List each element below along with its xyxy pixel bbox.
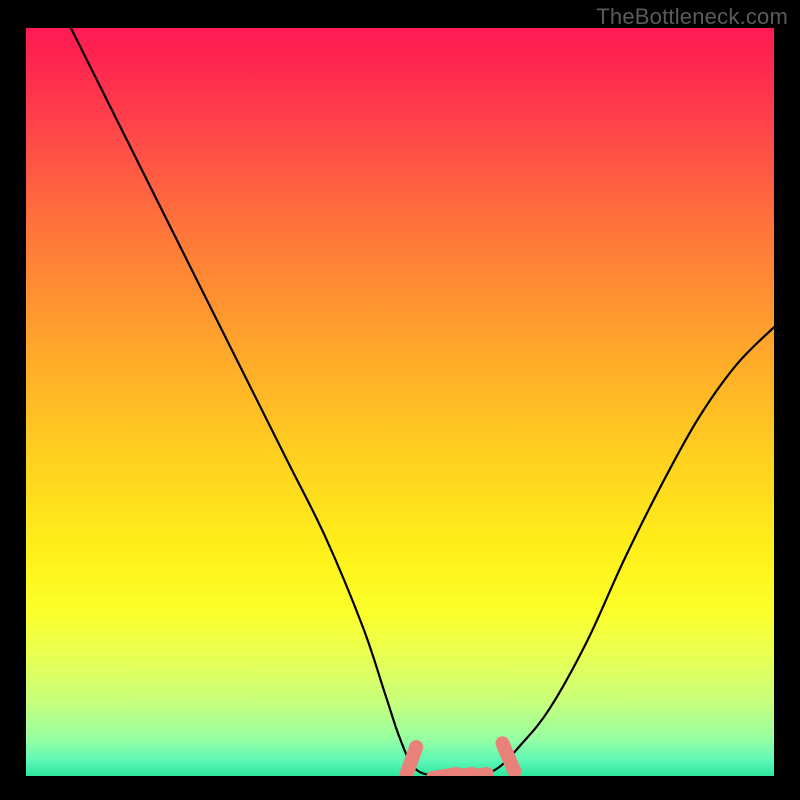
marker-right-cluster	[502, 743, 514, 771]
chart-svg	[26, 28, 774, 776]
watermark-label: TheBottleneck.com	[596, 4, 788, 30]
chart-frame: TheBottleneck.com	[0, 0, 800, 800]
marker-group	[406, 743, 514, 776]
plot-area	[26, 28, 774, 776]
marker-valley-floor	[463, 774, 487, 776]
marker-left-cluster	[406, 747, 416, 775]
bottleneck-curve	[71, 28, 774, 776]
